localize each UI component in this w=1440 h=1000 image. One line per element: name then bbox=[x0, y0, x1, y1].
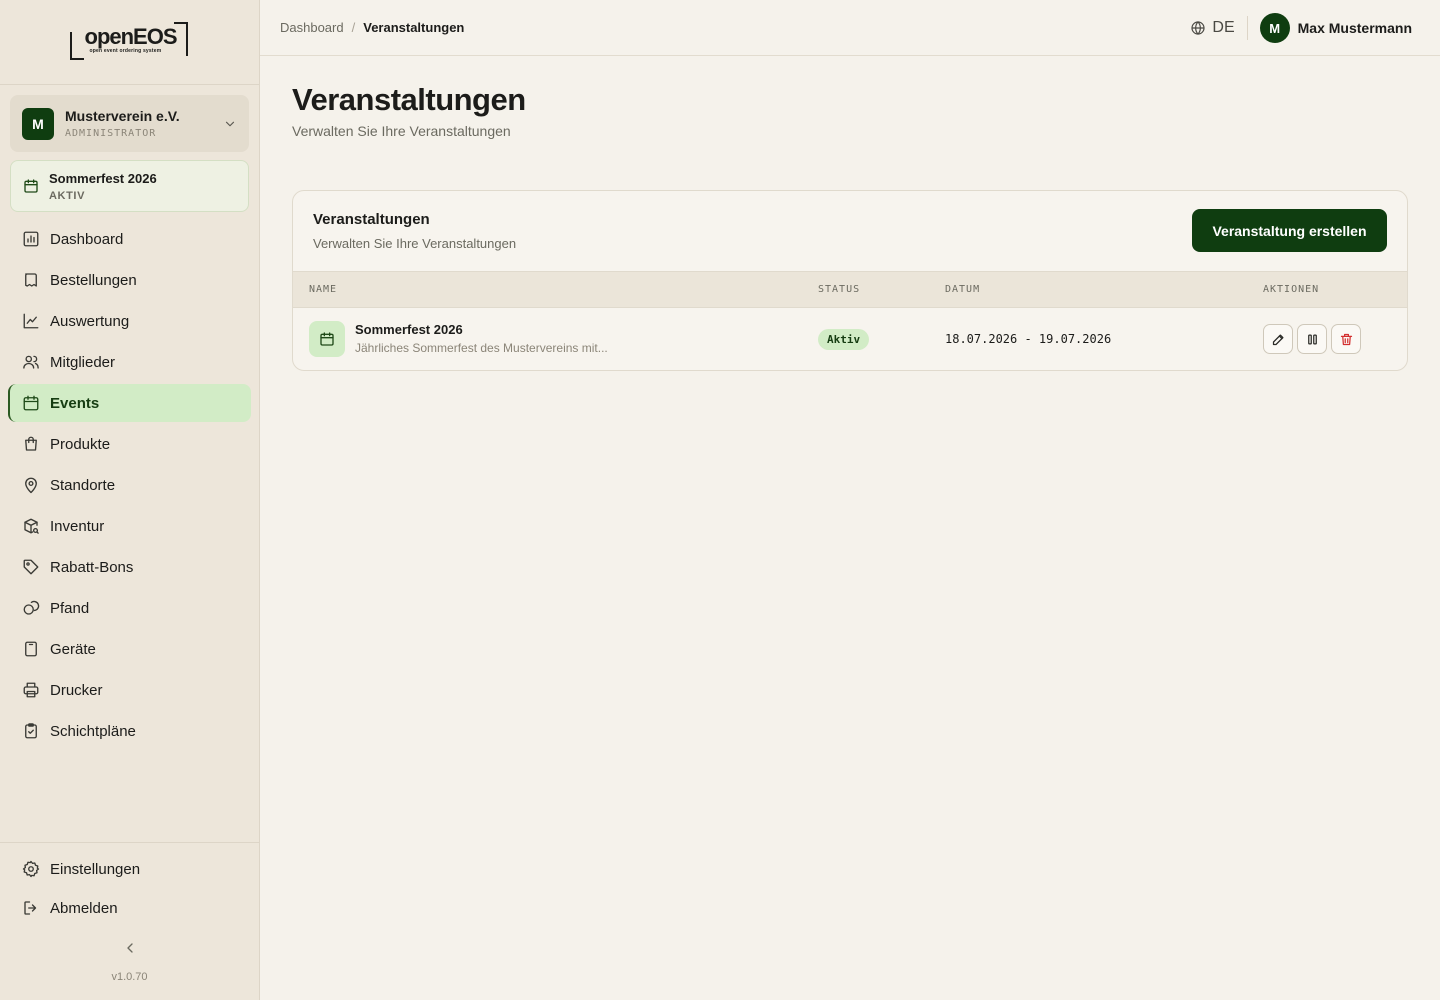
line-chart-icon bbox=[22, 312, 40, 330]
events-card: Veranstaltungen Verwalten Sie Ihre Veran… bbox=[292, 190, 1408, 371]
map-pin-icon bbox=[22, 476, 40, 494]
calendar-icon bbox=[23, 178, 39, 194]
sidebar-item-label: Abmelden bbox=[50, 899, 118, 917]
organization-switcher[interactable]: M Musterverein e.V. ADMINISTRATOR bbox=[10, 95, 249, 152]
column-header-date[interactable]: DATUM bbox=[945, 284, 980, 295]
sidebar-item-label: Auswertung bbox=[50, 312, 130, 330]
sidebar-item-label: Dashboard bbox=[50, 230, 124, 248]
sidebar-item-label: Produkte bbox=[50, 435, 111, 453]
sidebar-item-mitglieder[interactable]: Mitglieder bbox=[8, 343, 251, 381]
edit-button[interactable] bbox=[1263, 324, 1293, 354]
tablet-icon bbox=[22, 640, 40, 658]
card-title: Veranstaltungen bbox=[313, 211, 430, 228]
language-label: DE bbox=[1212, 19, 1235, 36]
language-switcher[interactable]: DE bbox=[1190, 19, 1235, 37]
app-version: v1.0.70 bbox=[111, 971, 148, 983]
chart-icon bbox=[22, 230, 40, 248]
book-icon bbox=[22, 271, 40, 289]
sidebar-item-label: Rabatt-Bons bbox=[50, 558, 134, 576]
column-header-actions: AKTIONEN bbox=[1263, 284, 1320, 295]
pause-button[interactable] bbox=[1297, 324, 1327, 354]
globe-icon bbox=[1190, 20, 1206, 36]
sidebar-item-inventur[interactable]: Inventur bbox=[8, 507, 251, 545]
sidebar-item-label: Geräte bbox=[50, 640, 96, 658]
gear-icon bbox=[22, 860, 40, 878]
pencil-icon bbox=[1271, 332, 1286, 347]
current-event-status: AKTIV bbox=[49, 189, 85, 202]
chevron-down-icon bbox=[223, 117, 237, 131]
page-subtitle: Verwalten Sie Ihre Veranstaltungen bbox=[292, 123, 511, 139]
card-subtitle: Verwalten Sie Ihre Veranstaltungen bbox=[313, 236, 517, 251]
breadcrumb-separator: / bbox=[351, 20, 356, 35]
brand-name: openEOS bbox=[84, 24, 178, 49]
sidebar-item-label: Standorte bbox=[50, 476, 116, 494]
org-name: Musterverein e.V. bbox=[65, 108, 180, 124]
sidebar-item-label: Events bbox=[50, 394, 100, 412]
event-description: Jährliches Sommerfest des Mustervereins … bbox=[355, 341, 608, 355]
sidebar-item-label: Schichtpläne bbox=[50, 722, 136, 740]
sidebar-item-pfand[interactable]: Pfand bbox=[8, 589, 251, 627]
brand-logo[interactable]: openEOS open event ordering system bbox=[69, 22, 190, 62]
tag-icon bbox=[22, 558, 40, 576]
sidebar-item-auswertung[interactable]: Auswertung bbox=[8, 302, 251, 340]
sidebar-item-drucker[interactable]: Drucker bbox=[8, 671, 251, 709]
sidebar-item-label: Inventur bbox=[50, 517, 105, 535]
main-nav: Dashboard Bestellungen Auswertung Mitgli… bbox=[8, 220, 251, 753]
sidebar-item-standorte[interactable]: Standorte bbox=[8, 466, 251, 504]
trash-icon bbox=[1339, 332, 1354, 347]
brand-tagline: open event ordering system bbox=[89, 48, 162, 54]
breadcrumb-dashboard[interactable]: Dashboard bbox=[280, 20, 344, 35]
sidebar-item-einstellungen[interactable]: Einstellungen bbox=[8, 851, 251, 887]
table-row[interactable]: Sommerfest 2026 Jährliches Sommerfest de… bbox=[293, 308, 1407, 370]
sidebar-item-bestellungen[interactable]: Bestellungen bbox=[8, 261, 251, 299]
org-role: ADMINISTRATOR bbox=[65, 128, 157, 139]
sidebar-item-label: Bestellungen bbox=[50, 271, 137, 289]
sidebar-item-label: Pfand bbox=[50, 599, 90, 617]
page-title: Veranstaltungen bbox=[292, 82, 526, 117]
shopping-bag-icon bbox=[22, 435, 40, 453]
status-badge: Aktiv bbox=[818, 329, 870, 350]
top-bar: Dashboard / Veranstaltungen DE M Max Mus… bbox=[260, 0, 1440, 56]
breadcrumb-current: Veranstaltungen bbox=[363, 20, 465, 35]
current-event-name: Sommerfest 2026 bbox=[49, 170, 157, 186]
event-name[interactable]: Sommerfest 2026 bbox=[355, 322, 463, 337]
sidebar-item-geraete[interactable]: Geräte bbox=[8, 630, 251, 668]
column-header-status[interactable]: STATUS bbox=[818, 284, 860, 295]
user-menu[interactable]: M Max Mustermann bbox=[1259, 13, 1412, 43]
sidebar-item-label: Mitglieder bbox=[50, 353, 116, 371]
sidebar-bottom: Einstellungen Abmelden bbox=[0, 842, 259, 929]
user-name: Max Mustermann bbox=[1297, 20, 1412, 36]
sidebar-item-dashboard[interactable]: Dashboard bbox=[8, 220, 251, 258]
sidebar-item-events[interactable]: Events bbox=[8, 384, 251, 422]
logo-area: openEOS open event ordering system bbox=[0, 0, 259, 85]
sidebar-item-label: Einstellungen bbox=[50, 860, 141, 878]
breadcrumb: Dashboard / Veranstaltungen bbox=[280, 20, 464, 35]
org-avatar: M bbox=[22, 107, 54, 140]
printer-icon bbox=[22, 681, 40, 699]
create-event-button[interactable]: Veranstaltung erstellen bbox=[1192, 209, 1387, 252]
sidebar-item-label: Drucker bbox=[50, 681, 103, 699]
sidebar: openEOS open event ordering system M Mus… bbox=[0, 0, 260, 1000]
calendar-icon bbox=[22, 394, 40, 412]
sidebar-item-schichtplaene[interactable]: Schichtpläne bbox=[8, 712, 251, 750]
sidebar-item-rabatt-bons[interactable]: Rabatt-Bons bbox=[8, 548, 251, 586]
package-search-icon bbox=[22, 517, 40, 535]
delete-button[interactable] bbox=[1331, 324, 1361, 354]
calendar-icon bbox=[309, 321, 345, 357]
table-header: NAME STATUS DATUM AKTIONEN bbox=[293, 271, 1407, 308]
divider bbox=[1246, 16, 1248, 40]
users-icon bbox=[22, 353, 40, 371]
clipboard-check-icon bbox=[22, 722, 40, 740]
event-date: 18.07.2026 - 19.07.2026 bbox=[945, 332, 1112, 346]
pause-icon bbox=[1305, 332, 1320, 347]
current-event-card[interactable]: Sommerfest 2026 AKTIV bbox=[10, 160, 249, 212]
logout-icon bbox=[22, 899, 40, 917]
column-header-name[interactable]: NAME bbox=[309, 284, 337, 295]
avatar: M bbox=[1259, 13, 1290, 43]
sidebar-item-produkte[interactable]: Produkte bbox=[8, 425, 251, 463]
sidebar-item-abmelden[interactable]: Abmelden bbox=[8, 890, 251, 926]
coins-icon bbox=[22, 599, 40, 617]
collapse-sidebar-icon[interactable] bbox=[122, 940, 138, 956]
